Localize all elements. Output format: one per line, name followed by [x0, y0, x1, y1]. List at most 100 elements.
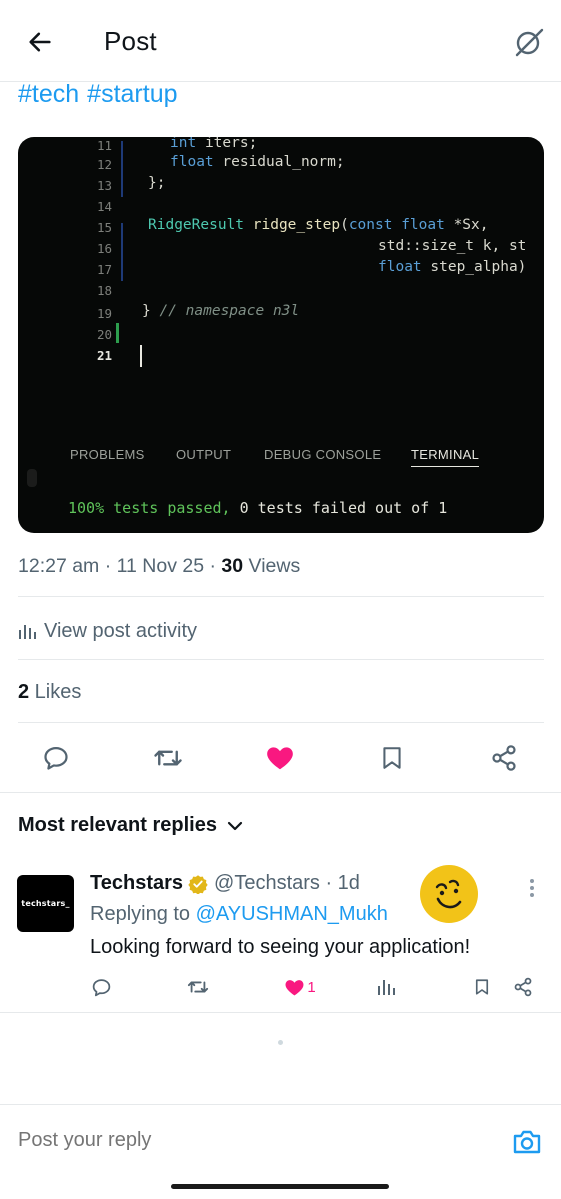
reply-author-name[interactable]: Techstars [90, 872, 183, 895]
code-text: float step_alpha) [378, 259, 527, 275]
code-line: 19 } // namespace n3l [18, 303, 544, 324]
replying-to-prefix: Replying to [90, 903, 196, 925]
divider [18, 659, 544, 660]
view-post-activity-label: View post activity [44, 619, 198, 642]
post-hashtags: #tech #startup [18, 80, 186, 109]
tab-problems: PROBLEMS [70, 447, 145, 462]
grok-button[interactable] [511, 24, 547, 60]
tab-output: OUTPUT [176, 447, 232, 462]
share-icon [492, 745, 516, 771]
code-line: 12 float residual_norm; [18, 154, 544, 175]
repost-button[interactable] [148, 738, 188, 778]
camera-button[interactable] [510, 1125, 544, 1159]
share-icon [514, 977, 532, 997]
replies-sort-dropdown[interactable]: Most relevant replies [18, 814, 243, 837]
line-number: 11 [96, 138, 112, 153]
analytics-bar-icon [19, 625, 36, 639]
post-meta: 12:27 am · 11 Nov 25 · 30 Views [18, 555, 300, 578]
line-number: 19 [96, 306, 112, 321]
divider [0, 1012, 561, 1013]
likes-label: Likes [29, 681, 82, 703]
views-count: 30 [221, 555, 244, 577]
loading-dot [278, 1040, 283, 1045]
tab-debug-console: DEBUG CONSOLE [264, 447, 382, 462]
reply-icon [44, 746, 68, 770]
line-number: 17 [96, 262, 112, 277]
reply-like-count: 1 [307, 978, 316, 996]
smiley-sticker-icon [420, 865, 478, 923]
bookmark-icon [383, 747, 401, 769]
reply-bookmark-button[interactable] [470, 972, 494, 1002]
line-number: 14 [96, 199, 112, 214]
reply-icon [92, 978, 110, 996]
reply-like-button[interactable]: 1 [282, 972, 318, 1002]
view-post-activity-link[interactable]: View post activity [18, 617, 197, 645]
post-timestamp: 12:27 am · 11 Nov 25 · [18, 555, 222, 577]
bookmark-button[interactable] [372, 738, 412, 778]
reply-text: Looking forward to seeing your applicati… [90, 936, 471, 958]
replying-to-mention[interactable]: @AYUSHMAN_Mukh [196, 903, 388, 925]
share-button[interactable] [484, 738, 524, 778]
hashtag-startup[interactable]: #startup [87, 80, 177, 108]
code-text: }; [148, 175, 166, 191]
reply-share-button[interactable] [510, 972, 536, 1002]
code-text: RidgeResult ridge_step(const float *Sx, [148, 217, 489, 233]
hashtag-tech[interactable]: #tech [18, 80, 79, 108]
tab-terminal: TERMINAL [411, 447, 480, 467]
page-title: Post [104, 26, 157, 56]
arrow-left-icon [29, 32, 51, 52]
terminal-output: 100% tests passed, 0 tests failed out of… [68, 499, 447, 517]
reply-button[interactable] [36, 738, 76, 778]
chevron-down-icon [227, 821, 243, 830]
panel-handle [27, 469, 37, 487]
tests-passed-text: 100% tests passed, [68, 499, 231, 517]
more-options-button[interactable] [522, 874, 542, 902]
line-number: 12 [96, 157, 112, 172]
line-number: 15 [96, 220, 112, 235]
reply-action-bar: 1 [0, 972, 561, 1002]
views-label: Views [243, 555, 301, 577]
camera-icon [513, 1130, 541, 1154]
line-number: 18 [96, 283, 112, 298]
reply-input[interactable] [18, 1129, 478, 1152]
reply-repost-button[interactable] [184, 972, 212, 1002]
divider [18, 722, 544, 723]
likes-count-link[interactable]: 2 Likes [18, 681, 81, 704]
line-number: 16 [96, 241, 112, 256]
avatar[interactable]: techstars_ [17, 875, 74, 932]
divider [0, 792, 561, 793]
reply-composer [0, 1104, 561, 1174]
panel-tabs: PROBLEMS OUTPUT DEBUG CONSOLE TERMINAL [70, 447, 540, 473]
tests-failed-text: 0 tests failed out of 1 [230, 499, 448, 517]
line-number: 21 [96, 348, 112, 363]
like-button[interactable] [260, 738, 300, 778]
grok-slash-icon [515, 28, 544, 57]
post-media-image[interactable]: 11 int iters; 12 float residual_norm; 13… [18, 137, 544, 533]
heart-filled-icon [267, 747, 293, 770]
repost-icon [154, 750, 182, 766]
reply-reply-button[interactable] [88, 972, 114, 1002]
replying-to-line: Replying to @AYUSHMAN_Mukh [90, 903, 388, 926]
code-line: 13 }; [18, 175, 544, 196]
heart-filled-icon [285, 979, 304, 995]
code-text: float residual_norm; [170, 154, 345, 170]
code-line: 18 [18, 280, 544, 301]
reply-views-button[interactable] [374, 972, 398, 1002]
reply-header: Techstars @Techstars · 1d [90, 872, 360, 895]
code-text: std::size_t k, st [378, 238, 527, 254]
reply-item[interactable]: techstars_ Techstars @Techstars · 1d Rep… [0, 860, 561, 1012]
verified-badge-icon [188, 874, 208, 894]
divider [18, 596, 544, 597]
post-action-bar [18, 738, 544, 778]
line-number: 13 [96, 178, 112, 193]
code-text: int iters; [170, 137, 258, 151]
likes-count: 2 [18, 681, 30, 703]
replies-sort-label: Most relevant replies [18, 814, 217, 836]
bookmark-icon [475, 979, 489, 995]
more-vertical-icon [530, 879, 534, 897]
analytics-bar-icon [378, 980, 395, 995]
code-line: 20 [18, 324, 544, 345]
code-line: 21 [18, 345, 544, 366]
code-line: 17 float step_alpha) [18, 259, 544, 280]
back-button[interactable] [20, 24, 60, 60]
